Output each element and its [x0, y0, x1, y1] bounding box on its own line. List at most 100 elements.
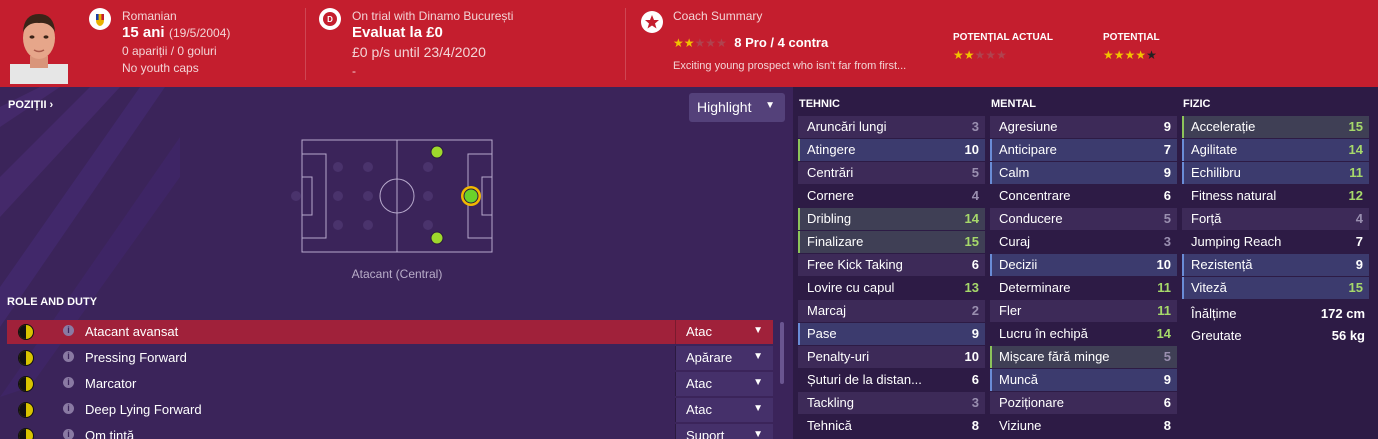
- trial-status[interactable]: On trial with Dinamo București: [352, 9, 513, 23]
- duty-label: Apărare: [686, 350, 733, 365]
- chevron-down-icon: ▼: [753, 325, 763, 336]
- duty-dropdown[interactable]: Suport ▼: [675, 424, 773, 439]
- attribute-row-fizic[interactable]: Viteză 15: [1182, 277, 1369, 299]
- attribute-row-mental[interactable]: Mișcare fără minge 5: [990, 346, 1177, 368]
- duty-dropdown[interactable]: Atac ▼: [675, 398, 773, 422]
- attribute-name: Lucru în echipă: [999, 326, 1088, 341]
- star-icon: ★: [1103, 48, 1114, 62]
- attribute-row-fizic[interactable]: Jumping Reach 7: [1182, 231, 1369, 253]
- attribute-value: 5: [1163, 349, 1171, 364]
- attribute-row-mental[interactable]: Muncă 9: [990, 369, 1177, 391]
- attribute-row-tehnic[interactable]: Aruncări lungi 3: [798, 116, 985, 138]
- role-suitability-icon: [18, 376, 34, 392]
- attribute-value: 9: [971, 326, 979, 341]
- attribute-row-tehnic[interactable]: Tehnică 8: [798, 415, 985, 437]
- attribute-row-fizic[interactable]: Echilibru 11: [1182, 162, 1369, 184]
- attribute-value: 5: [971, 165, 979, 180]
- attribute-value: 14: [964, 211, 979, 226]
- attribute-row-mental[interactable]: Decizii 10: [990, 254, 1177, 276]
- highlight-dropdown[interactable]: Highlight ▼: [689, 93, 785, 122]
- star-icon: ★: [705, 36, 717, 50]
- attribute-row-tehnic[interactable]: Penalty-uri 10: [798, 346, 985, 368]
- attribute-row-fizic[interactable]: Accelerație 15: [1182, 116, 1369, 138]
- duty-dropdown[interactable]: Atac ▼: [675, 320, 773, 344]
- role-suitability-icon: [18, 402, 34, 418]
- positions-link[interactable]: POZIȚII ›: [8, 99, 53, 111]
- role-row[interactable]: i Marcator Atac ▼: [7, 372, 773, 396]
- duty-label: Atac: [686, 402, 713, 417]
- role-row[interactable]: i Pressing Forward Apărare ▼: [7, 346, 773, 370]
- info-icon[interactable]: i: [63, 377, 74, 388]
- star-icon: ★: [1124, 48, 1136, 62]
- coach-rating-stars: ★★★★★: [673, 34, 727, 51]
- info-icon[interactable]: i: [63, 429, 74, 439]
- attribute-row-tehnic[interactable]: Șuturi de la distan... 6: [798, 369, 985, 391]
- info-icon[interactable]: i: [63, 325, 74, 336]
- attribute-row-fizic[interactable]: Agilitate 14: [1182, 139, 1369, 161]
- attribute-row-tehnic[interactable]: Lovire cu capul 13: [798, 277, 985, 299]
- coach-summary-text[interactable]: Exciting young prospect who isn't far fr…: [673, 60, 906, 72]
- contract-extra: -: [352, 64, 356, 78]
- player-dob: (19/5/2004): [168, 26, 231, 40]
- duty-dropdown[interactable]: Atac ▼: [675, 372, 773, 396]
- attribute-name: Aruncări lungi: [807, 119, 887, 134]
- attribute-row-mental[interactable]: Viziune 8: [990, 415, 1177, 437]
- coach-rating-text: 8 Pro / 4 contra: [734, 35, 829, 50]
- info-icon[interactable]: i: [63, 403, 74, 414]
- svg-text:D: D: [327, 15, 333, 24]
- attribute-row-tehnic[interactable]: Atingere 10: [798, 139, 985, 161]
- info-icon[interactable]: i: [63, 351, 74, 362]
- attribute-row-mental[interactable]: Agresiune 9: [990, 116, 1177, 138]
- attribute-row-tehnic[interactable]: Free Kick Taking 6: [798, 254, 985, 276]
- attribute-row-mental[interactable]: Conducere 5: [990, 208, 1177, 230]
- role-duty-title: ROLE AND DUTY: [7, 296, 98, 308]
- attribute-name: Tackling: [807, 395, 854, 410]
- tehnic-title: TEHNIC: [799, 98, 840, 110]
- attribute-value: 14: [1348, 142, 1363, 157]
- attribute-row-mental[interactable]: Curaj 3: [990, 231, 1177, 253]
- attribute-row-tehnic[interactable]: Tackling 3: [798, 392, 985, 414]
- position-dot-secondary[interactable]: [430, 145, 444, 159]
- attribute-row-mental[interactable]: Fler 11: [990, 300, 1177, 322]
- attribute-row-mental[interactable]: Poziționare 6: [990, 392, 1177, 414]
- attribute-row-mental[interactable]: Determinare 11: [990, 277, 1177, 299]
- attribute-row-mental[interactable]: Calm 9: [990, 162, 1177, 184]
- attribute-name: Centrări: [807, 165, 854, 180]
- attribute-row-mental[interactable]: Lucru în echipă 14: [990, 323, 1177, 345]
- attribute-name: Viziune: [999, 418, 1042, 433]
- attribute-row-fizic[interactable]: Rezistență 9: [1182, 254, 1369, 276]
- attribute-value: 8: [971, 418, 979, 433]
- attribute-row-tehnic[interactable]: Pase 9: [798, 323, 985, 345]
- duty-dropdown[interactable]: Apărare ▼: [675, 346, 773, 370]
- star-icon: ★: [716, 36, 727, 50]
- attribute-row-tehnic[interactable]: Marcaj 2: [798, 300, 985, 322]
- roles-scrollbar[interactable]: [780, 322, 784, 384]
- chevron-down-icon: ▼: [753, 429, 763, 439]
- attribute-row-fizic[interactable]: Fitness natural 12: [1182, 185, 1369, 207]
- attribute-row-tehnic[interactable]: Cornere 4: [798, 185, 985, 207]
- role-name: Atacant avansat: [85, 324, 179, 339]
- attribute-row-tehnic[interactable]: Finalizare 15: [798, 231, 985, 253]
- club-crest-icon[interactable]: D: [319, 8, 341, 30]
- pitch-diagram: [291, 139, 493, 253]
- role-row[interactable]: i Om țintă Suport ▼: [7, 424, 773, 439]
- duty-label: Atac: [686, 324, 713, 339]
- coach-rating[interactable]: ★★★★★ 8 Pro / 4 contra: [673, 34, 828, 52]
- romania-flag-icon: [89, 8, 111, 30]
- position-dot-primary[interactable]: [463, 188, 479, 204]
- attribute-value: 8: [1163, 418, 1171, 433]
- weight-label: Greutate: [1191, 328, 1242, 343]
- attribute-row-fizic[interactable]: Forță 4: [1182, 208, 1369, 230]
- attribute-value: 6: [971, 257, 979, 272]
- attribute-row-mental[interactable]: Anticipare 7: [990, 139, 1177, 161]
- role-row[interactable]: i Deep Lying Forward Atac ▼: [7, 398, 773, 422]
- attribute-value: 3: [1163, 234, 1171, 249]
- weight-value: 56 kg: [1331, 328, 1365, 343]
- attribute-value: 4: [971, 188, 979, 203]
- role-row[interactable]: i Atacant avansat Atac ▼: [7, 320, 773, 344]
- attribute-row-mental[interactable]: Concentrare 6: [990, 185, 1177, 207]
- position-dot-secondary[interactable]: [430, 231, 444, 245]
- attribute-row-tehnic[interactable]: Centrări 5: [798, 162, 985, 184]
- attribute-name: Decizii: [999, 257, 1038, 272]
- attribute-row-tehnic[interactable]: Dribling 14: [798, 208, 985, 230]
